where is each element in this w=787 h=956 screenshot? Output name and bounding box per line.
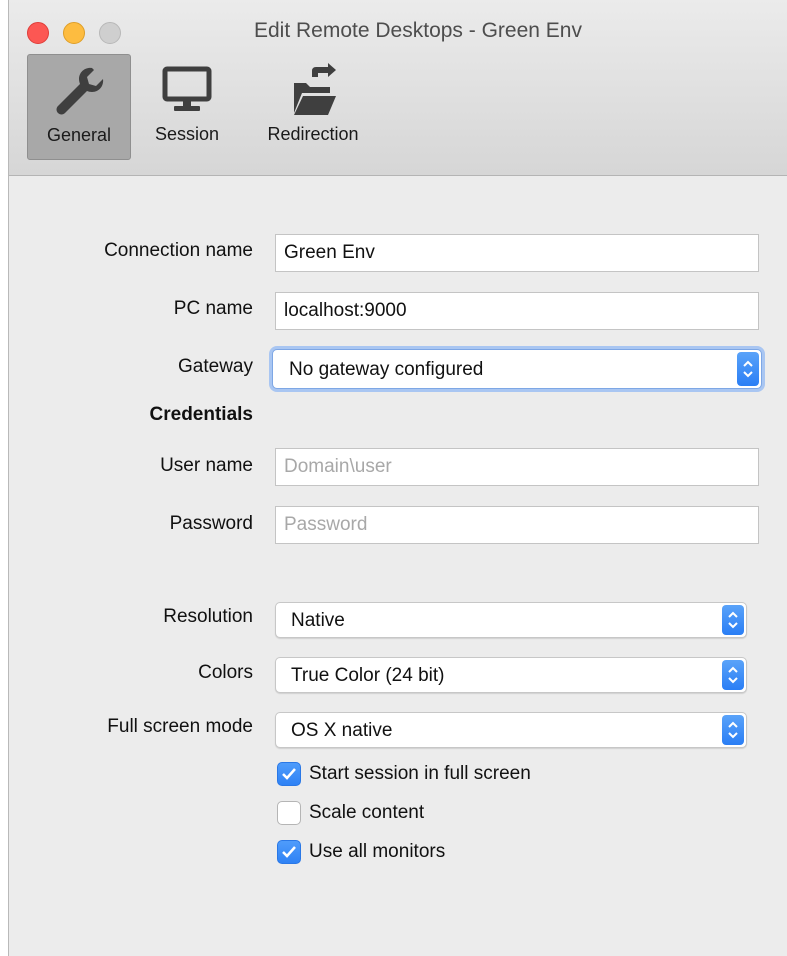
start-session-full-screen-checkbox[interactable]: [277, 762, 301, 786]
user-name-field[interactable]: [275, 448, 759, 486]
gateway-label: Gateway: [178, 356, 253, 377]
scale-content-label: Scale content: [309, 802, 425, 823]
full-screen-mode-label: Full screen mode: [107, 716, 253, 737]
colors-select-arrows-icon: [722, 660, 744, 690]
start-session-full-screen-label: Start session in full screen: [309, 763, 531, 784]
gateway-select-value: No gateway configured: [289, 359, 484, 380]
resolution-select[interactable]: Native: [275, 602, 747, 638]
title-bar: Edit Remote Desktops - Green Env General…: [9, 0, 787, 176]
connection-name-field[interactable]: [275, 234, 759, 272]
tab-general[interactable]: General: [27, 54, 131, 160]
full-screen-mode-select[interactable]: OS X native: [275, 712, 747, 748]
colors-select[interactable]: True Color (24 bit): [275, 657, 747, 693]
resolution-select-arrows-icon: [722, 605, 744, 635]
user-name-label: User name: [160, 455, 253, 476]
connection-name-label: Connection name: [104, 240, 253, 261]
monitor-icon: [161, 62, 213, 118]
password-label: Password: [169, 513, 253, 534]
gateway-select[interactable]: No gateway configured: [272, 349, 762, 389]
colors-label: Colors: [198, 662, 253, 683]
resolution-select-value: Native: [291, 610, 345, 631]
resolution-label: Resolution: [163, 606, 253, 627]
password-field[interactable]: [275, 506, 759, 544]
tab-session[interactable]: Session: [139, 54, 235, 160]
start-session-full-screen-option[interactable]: Start session in full screen: [277, 760, 531, 788]
wrench-icon: [52, 63, 106, 119]
use-all-monitors-checkbox[interactable]: [277, 840, 301, 864]
scale-content-checkbox[interactable]: [277, 801, 301, 825]
tab-session-label: Session: [154, 124, 220, 144]
tab-redirection[interactable]: Redirection: [249, 54, 377, 160]
folder-redirect-icon: [288, 62, 338, 118]
gateway-select-arrows-icon: [737, 352, 759, 386]
tab-general-label: General: [46, 125, 112, 145]
full-screen-mode-select-value: OS X native: [291, 720, 393, 741]
window-title: Edit Remote Desktops - Green Env: [254, 19, 582, 42]
use-all-monitors-label: Use all monitors: [309, 841, 446, 862]
use-all-monitors-option[interactable]: Use all monitors: [277, 838, 445, 866]
pc-name-field[interactable]: [275, 292, 759, 330]
full-screen-mode-select-arrows-icon: [722, 715, 744, 745]
credentials-heading: Credentials: [149, 404, 253, 425]
edit-remote-desktops-window: Edit Remote Desktops - Green Env General…: [8, 0, 787, 956]
scale-content-option[interactable]: Scale content: [277, 799, 424, 827]
tab-redirection-label: Redirection: [267, 124, 359, 144]
pc-name-label: PC name: [173, 298, 253, 319]
colors-select-value: True Color (24 bit): [291, 665, 445, 686]
